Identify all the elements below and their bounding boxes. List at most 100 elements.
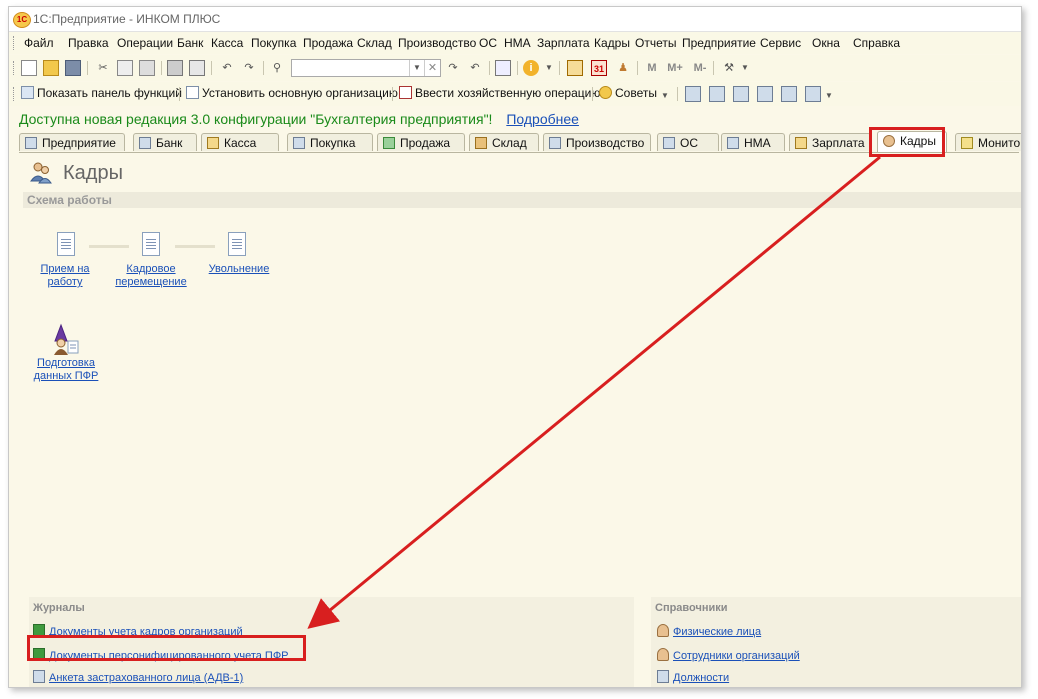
menu-cash[interactable]: Касса (211, 36, 243, 50)
hire-link[interactable]: Прием на работу (29, 263, 101, 289)
tools-dropdown-icon[interactable]: ▼ (737, 60, 753, 76)
menu-edit[interactable]: Правка (68, 36, 109, 50)
tab-label: Зарплата (812, 136, 865, 150)
tab-salary[interactable]: Зарплата (789, 133, 871, 151)
cut-icon[interactable]: ✂ (95, 60, 111, 76)
search-dropdown-icon[interactable]: ▼ (409, 60, 424, 76)
positions-link[interactable]: Должности (657, 670, 729, 684)
hr-journal-icon[interactable] (709, 86, 725, 102)
menu-purchase[interactable]: Покупка (251, 36, 296, 50)
tab-production[interactable]: Производство (543, 133, 651, 151)
highlight-pfr-journal (27, 635, 306, 661)
memory-minus-icon[interactable]: M- (689, 60, 711, 76)
menu-service[interactable]: Сервис (760, 36, 801, 50)
person-icon (657, 648, 669, 661)
employees-link[interactable]: Сотрудники организаций (657, 648, 800, 662)
copy-icon[interactable] (117, 60, 133, 76)
print-preview-icon[interactable] (189, 60, 205, 76)
show-functions-panel-button[interactable]: Показать панель функций (21, 86, 182, 100)
standard-toolbar: ✂ ↶ ↷ ⚲ ▼ ✕ ↷ ↶ i ▼ 31 ♟ M M+ M- ⚒ ▼ (9, 55, 1021, 81)
users-icon[interactable]: ♟ (615, 60, 631, 76)
set-main-org-label: Установить основную организацию (202, 86, 398, 100)
tab-monitor[interactable]: Монито (955, 133, 1021, 151)
tab-purchase[interactable]: Покупка (287, 133, 373, 151)
tips-dropdown-icon[interactable]: ▼ (657, 88, 673, 104)
toolbar-separator (489, 61, 490, 75)
pfr-link-line1: Подготовка (37, 357, 95, 369)
individuals-link[interactable]: Физические лица (657, 624, 761, 638)
tab-label: Монито (978, 136, 1021, 150)
tab-enterprise[interactable]: Предприятие (19, 133, 125, 151)
tab-intangibles[interactable]: НМА (721, 133, 785, 151)
transfer-link[interactable]: Кадровое перемещение (111, 263, 191, 289)
document-icon (33, 670, 45, 683)
menu-help[interactable]: Справка (853, 36, 900, 50)
hire-document-icon[interactable] (57, 232, 75, 256)
open-folder-icon[interactable] (43, 60, 59, 76)
enter-operation-button[interactable]: Ввести хозяйственную операцию (399, 86, 600, 100)
dismissal-document-icon[interactable] (228, 232, 246, 256)
hr-staff-icon[interactable] (733, 86, 749, 102)
page-title: Кадры (63, 162, 123, 184)
hire-link-line2: работу (47, 276, 83, 288)
toolbar-grip-icon (13, 61, 17, 75)
pfr-wizard-icon[interactable] (51, 323, 81, 355)
find-icon[interactable]: ⚲ (269, 60, 285, 76)
hr-persons-icon[interactable] (757, 86, 773, 102)
paste-icon[interactable] (139, 60, 155, 76)
adv1-journal-link[interactable]: Анкета застрахованного лица (АДВ-1) (33, 670, 243, 684)
search-clear-icon[interactable]: ✕ (424, 60, 440, 76)
dismissal-link[interactable]: Увольнение (201, 263, 277, 276)
toolbar-more-dropdown-icon[interactable]: ▼ (821, 88, 837, 104)
tab-label: Предприятие (42, 136, 116, 150)
print-icon[interactable] (167, 60, 183, 76)
calculator-icon[interactable] (567, 60, 583, 76)
tab-cash[interactable]: Касса (201, 133, 279, 151)
find-prev-icon[interactable]: ↶ (467, 60, 483, 76)
new-doc-icon[interactable] (21, 60, 37, 76)
menu-enterprise[interactable]: Предприятие (682, 36, 756, 50)
monitor-icon (961, 137, 973, 149)
tab-bank[interactable]: Банк (133, 133, 197, 151)
menu-bank[interactable]: Банк (177, 36, 203, 50)
sales-icon (383, 137, 395, 149)
pfr-data-link[interactable]: Подготовка данных ПФР (25, 357, 107, 383)
menu-warehouse[interactable]: Склад (357, 36, 392, 50)
menu-sales[interactable]: Продажа (303, 36, 353, 50)
tab-label: ОС (680, 136, 698, 150)
menu-intangibles[interactable]: НМА (504, 36, 531, 50)
memory-m-icon[interactable]: M (645, 60, 659, 76)
window-icon[interactable] (495, 60, 511, 76)
find-next-icon[interactable]: ↷ (445, 60, 461, 76)
menu-bar: Файл Правка Операции Банк Касса Покупка … (9, 32, 1021, 54)
transfer-document-icon[interactable] (142, 232, 160, 256)
memory-plus-icon[interactable]: M+ (663, 60, 687, 76)
set-main-org-button[interactable]: Установить основную организацию (186, 86, 398, 100)
tips-button[interactable]: Советы (599, 86, 657, 100)
menu-production[interactable]: Производство (398, 36, 476, 50)
save-icon[interactable] (65, 60, 81, 76)
hr-docs-icon[interactable] (781, 86, 797, 102)
tab-sales[interactable]: Продажа (377, 133, 465, 151)
redo-icon[interactable]: ↷ (241, 60, 257, 76)
menu-windows[interactable]: Окна (812, 36, 840, 50)
toolbar-separator (179, 87, 180, 101)
hr-report-icon[interactable] (685, 86, 701, 102)
calendar-icon[interactable]: 31 (591, 60, 607, 76)
tab-warehouse[interactable]: Склад (469, 133, 539, 151)
search-input[interactable]: ▼ ✕ (291, 59, 441, 77)
menu-salary[interactable]: Зарплата (537, 36, 590, 50)
menu-hr[interactable]: Кадры (594, 36, 630, 50)
tab-fixed-assets[interactable]: ОС (657, 133, 719, 151)
info-dropdown-icon[interactable]: ▼ (541, 60, 557, 76)
details-link[interactable]: Подробнее (506, 111, 579, 127)
menu-operations[interactable]: Операции (117, 36, 173, 50)
hr-more-icon[interactable] (805, 86, 821, 102)
menu-reports[interactable]: Отчеты (635, 36, 676, 50)
tools-icon[interactable]: ⚒ (721, 60, 737, 76)
menu-file[interactable]: Файл (24, 36, 54, 50)
undo-icon[interactable]: ↶ (219, 60, 235, 76)
info-icon[interactable]: i (523, 60, 539, 76)
tab-label: Производство (566, 136, 645, 150)
menu-fixed-assets[interactable]: ОС (479, 36, 497, 50)
